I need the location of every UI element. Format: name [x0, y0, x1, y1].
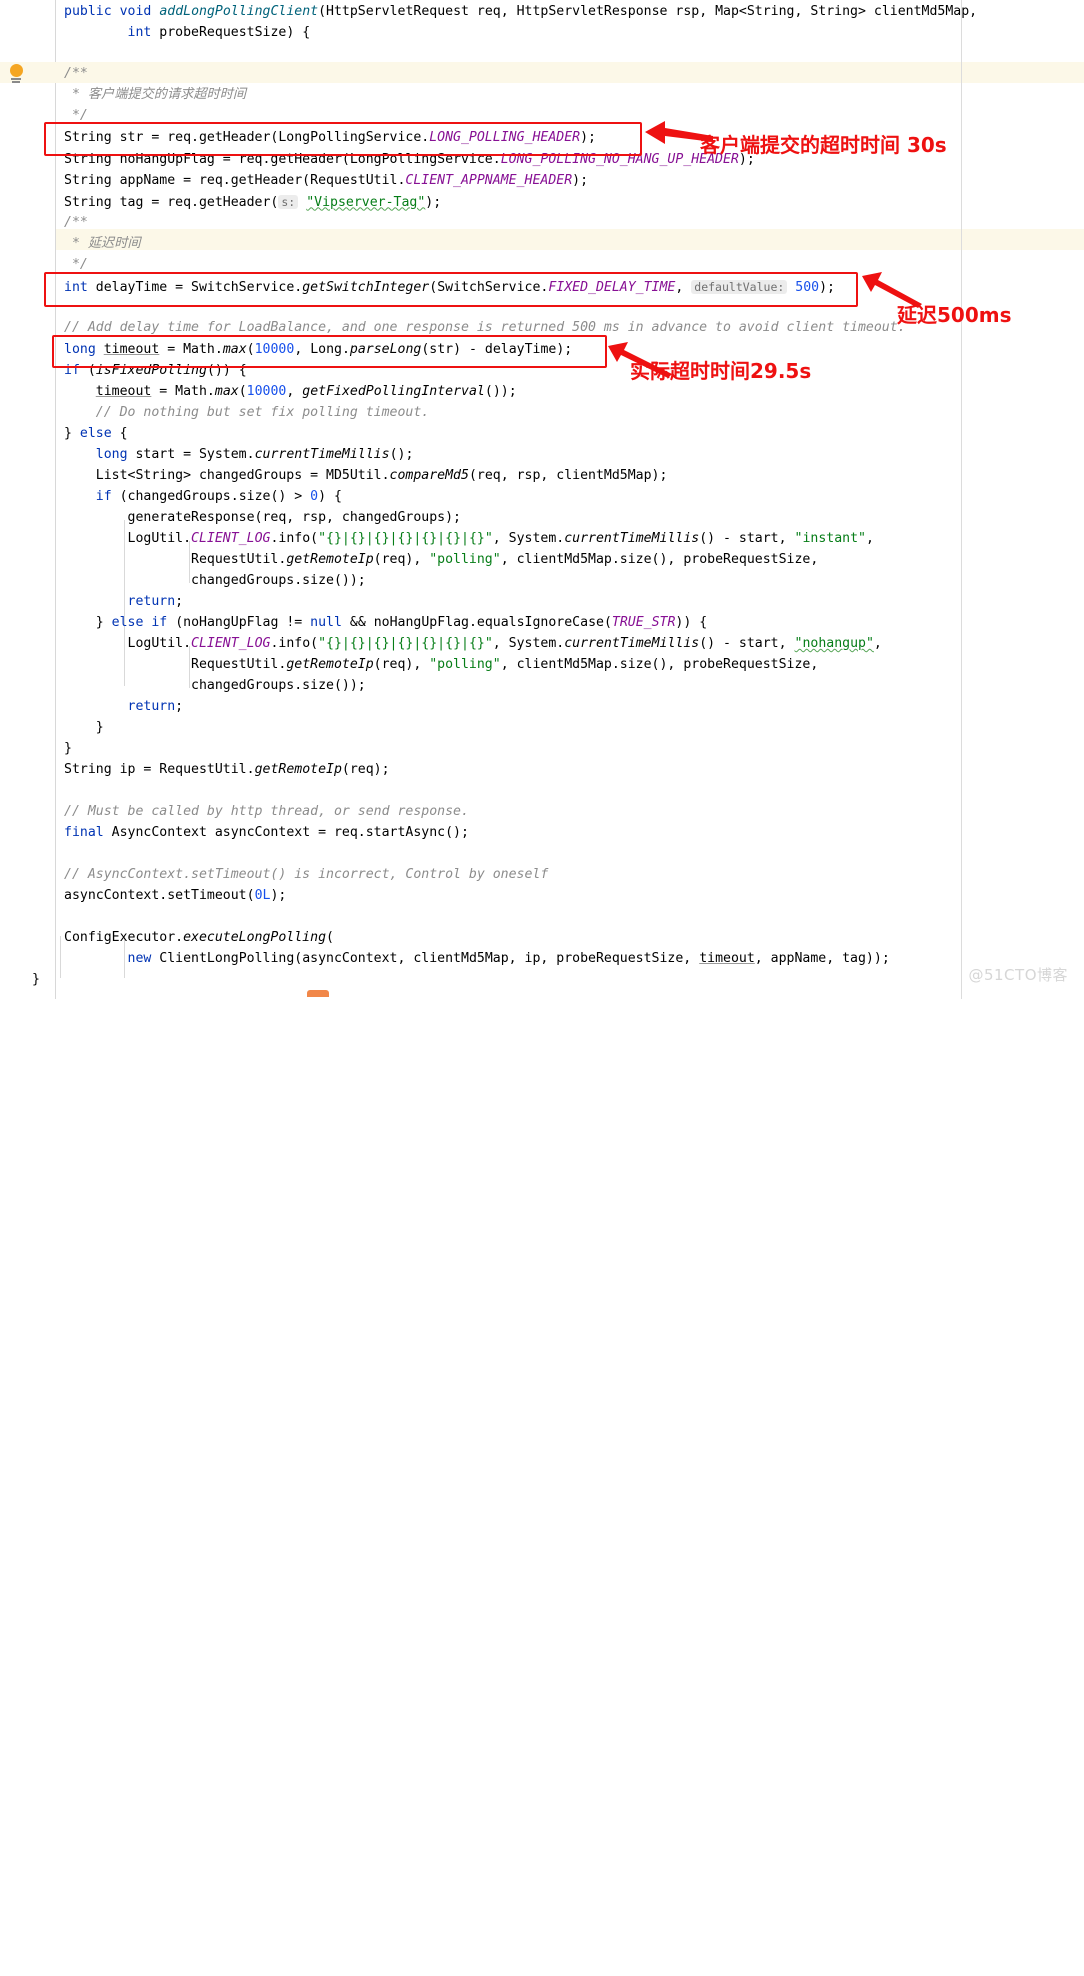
code-line[interactable]: }	[0, 718, 1084, 739]
code-line[interactable]: changedGroups.size());	[0, 676, 1084, 697]
code-line-text: generateResponse(req, rsp, changedGroups…	[64, 510, 461, 525]
code-line[interactable]: generateResponse(req, rsp, changedGroups…	[0, 508, 1084, 529]
code-line[interactable]: long timeout = Math.max(10000, Long.pars…	[0, 340, 1084, 361]
code-line[interactable]: }	[0, 970, 1084, 991]
code-line-text: long timeout = Math.max(10000, Long.pars…	[64, 342, 573, 357]
code-line-text: }	[64, 741, 72, 756]
code-line[interactable]: int delayTime = SwitchService.getSwitchI…	[0, 277, 1084, 298]
code-line-text: // Do nothing but set fix polling timeou…	[95, 405, 430, 420]
code-line[interactable]: final AsyncContext asyncContext = req.st…	[0, 823, 1084, 844]
code-line-text: public void addLongPollingClient(HttpSer…	[64, 4, 978, 19]
parameter-hint-badge: defaultValue:	[691, 280, 788, 294]
code-line[interactable]: * 延迟时间	[0, 234, 1084, 255]
code-line[interactable]: /**	[0, 213, 1084, 234]
code-line-text: RequestUtil.getRemoteIp(req), "polling",…	[64, 552, 819, 567]
code-line-text: String noHangUpFlag = req.getHeader(Long…	[64, 151, 755, 167]
code-line[interactable]	[0, 44, 1084, 65]
code-line[interactable]: String appName = req.getHeader(RequestUt…	[0, 171, 1084, 192]
annotation-timeout-header: 客户端提交的超时时间 30s	[700, 133, 947, 157]
code-line[interactable]: String tag = req.getHeader(s: "Vipserver…	[0, 192, 1084, 213]
code-line-text: // Must be called by http thread, or sen…	[64, 804, 469, 819]
code-line-text: LogUtil.CLIENT_LOG.info("{}|{}|{}|{}|{}|…	[64, 531, 874, 546]
code-line-text: // Add delay time for LoadBalance, and o…	[64, 320, 906, 335]
code-line[interactable]: // Must be called by http thread, or sen…	[0, 802, 1084, 823]
code-line-text: List<String> changedGroups = MD5Util.com…	[64, 468, 668, 483]
code-line[interactable]: public void addLongPollingClient(HttpSer…	[0, 2, 1084, 23]
code-line[interactable]: long start = System.currentTimeMillis();	[0, 445, 1084, 466]
code-line-text: final AsyncContext asyncContext = req.st…	[64, 825, 469, 840]
code-line-text: RequestUtil.getRemoteIp(req), "polling",…	[64, 657, 819, 672]
code-line-text: if (changedGroups.size() > 0) {	[95, 489, 342, 504]
code-line-text: int delayTime = SwitchService.getSwitchI…	[64, 280, 835, 295]
code-line[interactable]: } else if (noHangUpFlag != null && noHan…	[0, 613, 1084, 634]
code-line[interactable]: // Do nothing but set fix polling timeou…	[0, 403, 1084, 424]
code-line-text: } else if (noHangUpFlag != null && noHan…	[64, 615, 708, 630]
code-line-text: }	[64, 720, 104, 735]
code-line-text: LogUtil.CLIENT_LOG.info("{}|{}|{}|{}|{}|…	[64, 636, 882, 651]
code-line-text: * 延迟时间	[64, 235, 141, 251]
code-line[interactable]	[0, 844, 1084, 865]
code-line[interactable]: * 客户端提交的请求超时时间	[0, 85, 1084, 106]
code-line[interactable]: ConfigExecutor.executeLongPolling(	[0, 928, 1084, 949]
code-line-text: timeout = Math.max(10000, getFixedPollin…	[95, 384, 517, 399]
code-line-text: new ClientLongPolling(asyncContext, clie…	[127, 951, 890, 966]
code-line-text: changedGroups.size());	[64, 678, 366, 693]
code-line[interactable]: asyncContext.setTimeout(0L);	[0, 886, 1084, 907]
code-line[interactable]: // AsyncContext.setTimeout() is incorrec…	[0, 865, 1084, 886]
code-line-text: */	[64, 108, 88, 123]
code-line[interactable]	[0, 781, 1084, 802]
code-line[interactable]: }	[0, 739, 1084, 760]
code-line-text: String str = req.getHeader(LongPollingSe…	[64, 130, 596, 145]
code-line[interactable]: return;	[0, 592, 1084, 613]
code-line-text: }	[32, 972, 40, 987]
code-line-text: String appName = req.getHeader(RequestUt…	[64, 172, 589, 188]
code-line[interactable]: */	[0, 255, 1084, 276]
code-line[interactable]: RequestUtil.getRemoteIp(req), "polling",…	[0, 550, 1084, 571]
code-line[interactable]	[0, 907, 1084, 928]
code-line[interactable]: LogUtil.CLIENT_LOG.info("{}|{}|{}|{}|{}|…	[0, 529, 1084, 550]
code-line-text: return;	[127, 594, 184, 609]
code-line-text: return;	[127, 699, 184, 714]
code-line[interactable]: RequestUtil.getRemoteIp(req), "polling",…	[0, 655, 1084, 676]
code-line-text: String ip = RequestUtil.getRemoteIp(req)…	[64, 762, 390, 777]
code-line-text: // AsyncContext.setTimeout() is incorrec…	[64, 867, 549, 882]
watermark: @51CTO博客	[968, 966, 1068, 984]
code-line-text: String tag = req.getHeader(s: "Vipserver…	[64, 194, 442, 210]
annotation-real-timeout: 实际超时时间29.5s	[630, 359, 812, 383]
code-line-text: if (isFixedPolling()) {	[64, 363, 247, 378]
code-line[interactable]: new ClientLongPolling(asyncContext, clie…	[0, 949, 1084, 970]
bottom-scroll-marker	[307, 990, 329, 997]
code-line[interactable]: if (isFixedPolling()) {	[0, 361, 1084, 382]
code-line-text: long start = System.currentTimeMillis();	[95, 447, 414, 462]
code-line-text: */	[64, 256, 88, 272]
annotation-fixed-delay: 延迟500ms	[897, 303, 1012, 327]
code-line[interactable]: int probeRequestSize) {	[0, 23, 1084, 44]
code-editor: public void addLongPollingClient(HttpSer…	[0, 0, 1084, 999]
code-line[interactable]: return;	[0, 697, 1084, 718]
code-line-text: asyncContext.setTimeout(0L);	[64, 888, 287, 903]
code-line[interactable]: if (changedGroups.size() > 0) {	[0, 487, 1084, 508]
code-line[interactable]: LogUtil.CLIENT_LOG.info("{}|{}|{}|{}|{}|…	[0, 634, 1084, 655]
code-line[interactable]: } else {	[0, 424, 1084, 445]
code-line-text: * 客户端提交的请求超时时间	[64, 87, 247, 103]
code-line-text: /**	[64, 66, 88, 82]
code-line[interactable]: timeout = Math.max(10000, getFixedPollin…	[0, 382, 1084, 403]
code-line[interactable]: List<String> changedGroups = MD5Util.com…	[0, 466, 1084, 487]
code-line-text: changedGroups.size());	[64, 573, 366, 588]
code-line-text: ConfigExecutor.executeLongPolling(	[64, 930, 334, 945]
code-content[interactable]: public void addLongPollingClient(HttpSer…	[0, 0, 1084, 1976]
code-line[interactable]: String ip = RequestUtil.getRemoteIp(req)…	[0, 760, 1084, 781]
code-line[interactable]: /**	[0, 64, 1084, 85]
code-line[interactable]: */	[0, 106, 1084, 127]
parameter-hint-badge: s:	[278, 194, 299, 209]
code-line[interactable]: changedGroups.size());	[0, 571, 1084, 592]
code-line-text: int probeRequestSize) {	[127, 24, 311, 40]
code-line-text: /**	[64, 214, 88, 230]
code-line-text: } else {	[64, 426, 128, 441]
